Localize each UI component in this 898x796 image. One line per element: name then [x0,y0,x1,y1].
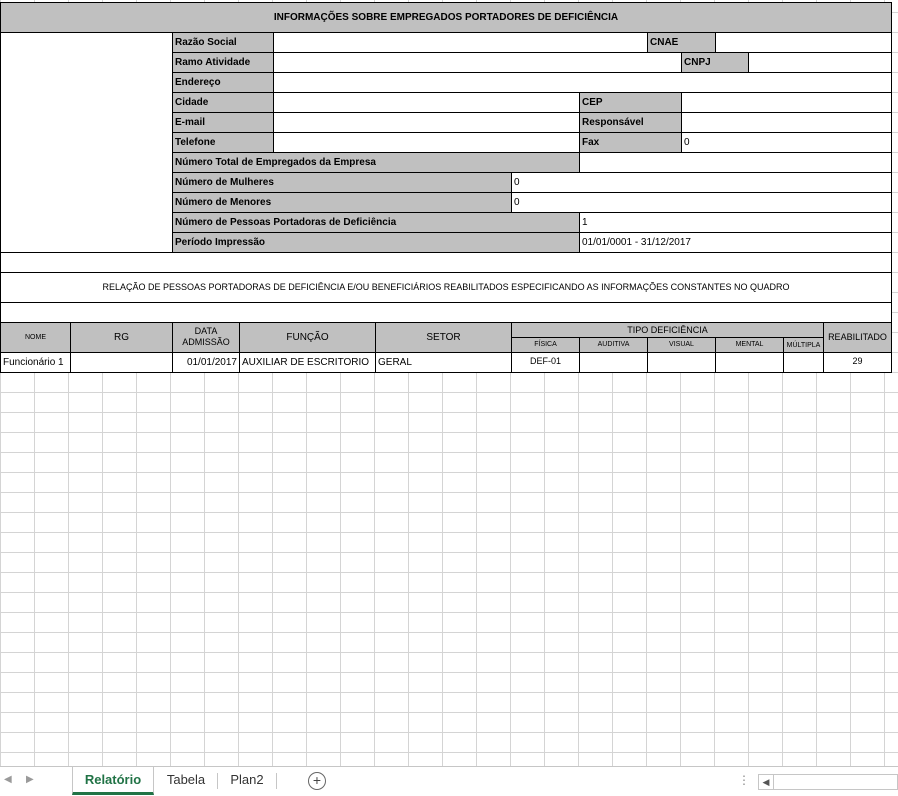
row-fisica[interactable]: DEF-01 [511,352,580,373]
cnae-label: CNAE [647,32,716,53]
cnae-value[interactable] [715,32,892,53]
tab-divider [276,773,277,789]
razao-social-value[interactable] [273,32,648,53]
total-empregados-value[interactable] [579,152,892,173]
responsavel-label: Responsável [579,112,682,133]
plus-circle-icon[interactable]: + [308,772,326,790]
row-multipla[interactable] [783,352,824,373]
total-empregados-label: Número Total de Empregados da Empresa [172,152,580,173]
header-funcao: FUNÇÃO [239,322,376,353]
logo-area[interactable] [0,32,173,253]
cep-label: CEP [579,92,682,113]
endereco-value[interactable] [273,72,892,93]
row-nome[interactable]: Funcionário 1 [0,352,71,373]
header-setor: SETOR [375,322,512,353]
cep-value[interactable] [681,92,892,113]
tab-plan2[interactable]: Plan2 [220,767,274,795]
header-auditiva: AUDITIVA [579,337,648,353]
header-rg: RG [70,322,173,353]
header-fisica: FÍSICA [511,337,580,353]
header-nome: NOME [0,322,71,353]
row-rg[interactable] [70,352,173,373]
header-data-admissao: DATA ADMISSÃO [172,322,240,353]
fax-value[interactable]: 0 [681,132,892,153]
header-multipla: MÚLTIPLA [783,337,824,353]
report-title[interactable]: INFORMAÇÕES SOBRE EMPREGADOS PORTADORES … [0,2,892,33]
sheet-tab-bar: ◀ ▶ Relatório Tabela Plan2 + ⋮ ◀ [0,766,898,796]
ramo-atividade-label: Ramo Atividade [172,52,274,73]
periodo-value[interactable]: 01/01/0001 - 31/12/2017 [579,232,892,253]
tab-relatorio[interactable]: Relatório [72,767,154,795]
tab-tabela[interactable]: Tabela [156,767,216,795]
email-label: E-mail [172,112,274,133]
row-funcao[interactable]: AUXILIAR DE ESCRITORIO [239,352,376,373]
row-mental[interactable] [715,352,784,373]
header-reabilitado: REABILITADO [823,322,892,353]
splitter-handle[interactable]: ⋮ [738,773,750,787]
spreadsheet-grid[interactable]: INFORMAÇÕES SOBRE EMPREGADOS PORTADORES … [0,0,898,766]
responsavel-value[interactable] [681,112,892,133]
periodo-label: Período Impressão [172,232,580,253]
mulheres-value[interactable]: 0 [511,172,892,193]
cnpj-label: CNPJ [681,52,749,73]
cidade-value[interactable] [273,92,580,113]
spacer-row[interactable] [0,252,892,273]
chevron-left-icon[interactable]: ◀ [4,774,12,785]
ramo-atividade-value[interactable] [273,52,682,73]
chevron-right-icon[interactable]: ▶ [26,774,34,785]
relation-description[interactable]: RELAÇÃO DE PESSOAS PORTADORAS DE DEFICIÊ… [0,272,892,303]
telefone-value[interactable] [273,132,580,153]
row-data-admissao[interactable]: 01/01/2017 [172,352,240,373]
scroll-left-icon[interactable]: ◀ [759,775,774,789]
endereco-label: Endereço [172,72,274,93]
pcd-label: Número de Pessoas Portadoras de Deficiên… [172,212,580,233]
fax-label: Fax [579,132,682,153]
cidade-label: Cidade [172,92,274,113]
row-setor[interactable]: GERAL [375,352,512,373]
menores-label: Número de Menores [172,192,512,213]
row-reabilitado[interactable]: 29 [823,352,892,373]
header-mental: MENTAL [715,337,784,353]
cnpj-value[interactable] [748,52,892,73]
telefone-label: Telefone [172,132,274,153]
row-visual[interactable] [647,352,716,373]
razao-social-label: Razão Social [172,32,274,53]
horizontal-scrollbar[interactable]: ◀ [758,774,898,790]
email-value[interactable] [273,112,580,133]
header-tipo-deficiencia: TIPO DEFICIÊNCIA [511,322,824,338]
menores-value[interactable]: 0 [511,192,892,213]
header-visual: VISUAL [647,337,716,353]
spacer-row-2[interactable] [0,302,892,323]
mulheres-label: Número de Mulheres [172,172,512,193]
tab-divider [217,773,218,789]
row-auditiva[interactable] [579,352,648,373]
pcd-value[interactable]: 1 [579,212,892,233]
